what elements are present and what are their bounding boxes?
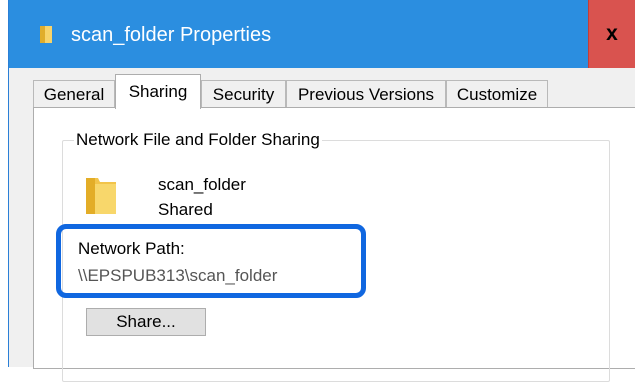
network-path-value[interactable]: \\EPSPUB313\scan_folder bbox=[78, 265, 277, 287]
share-button[interactable]: Share... bbox=[86, 308, 206, 336]
tab-security[interactable]: Security bbox=[201, 80, 286, 108]
sharing-panel: Network File and Folder Sharing scan_fol… bbox=[33, 107, 635, 382]
tab-sharing[interactable]: Sharing bbox=[115, 74, 201, 109]
tab-strip: General Sharing Security Previous Versio… bbox=[33, 74, 633, 109]
close-button[interactable]: x bbox=[588, 0, 635, 68]
group-title: Network File and Folder Sharing bbox=[74, 130, 322, 150]
sharing-status: Shared bbox=[158, 200, 213, 219]
title-bar[interactable]: scan_folder Properties x bbox=[9, 0, 635, 68]
tab-customize[interactable]: Customize bbox=[446, 80, 548, 108]
folder-icon bbox=[86, 178, 116, 214]
tab-general[interactable]: General bbox=[33, 80, 115, 108]
network-path-label: Network Path: bbox=[78, 239, 185, 258]
folder-name: scan_folder bbox=[158, 175, 246, 194]
window-title: scan_folder Properties bbox=[71, 24, 272, 46]
properties-window: scan_folder Properties x General Sharing… bbox=[8, 0, 635, 382]
tab-previous-versions[interactable]: Previous Versions bbox=[286, 80, 446, 108]
folder-icon bbox=[40, 26, 52, 43]
